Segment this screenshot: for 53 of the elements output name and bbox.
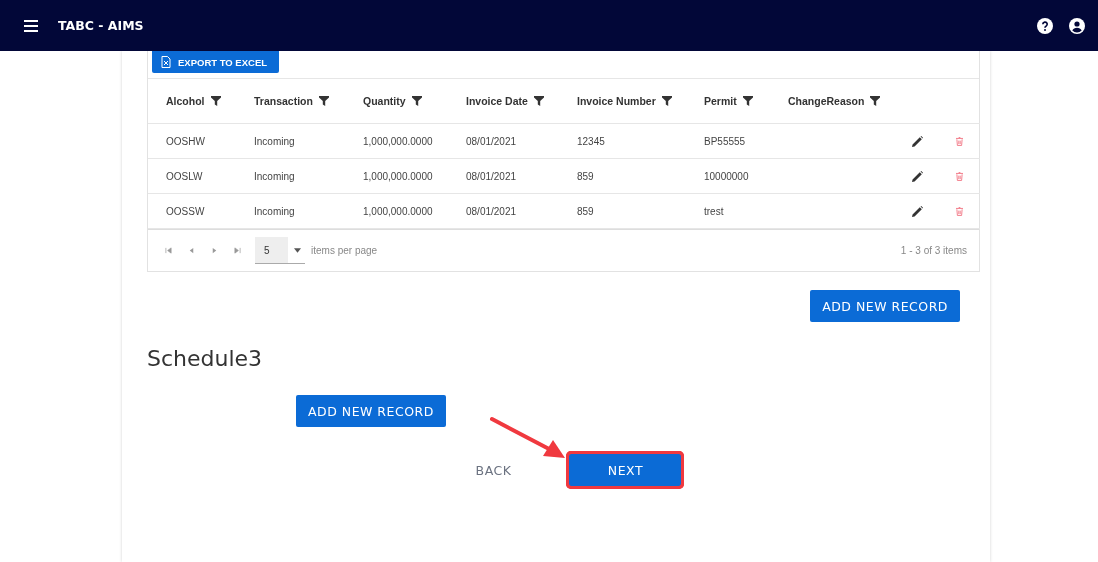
table-cell: 1,000,000.0000 bbox=[363, 170, 433, 182]
page-size-label: items per page bbox=[311, 245, 378, 256]
table-cell: 08/01/2021 bbox=[466, 205, 517, 217]
previous-page-icon[interactable] bbox=[188, 247, 195, 254]
last-page-icon[interactable] bbox=[234, 247, 241, 254]
table-cell: 859 bbox=[577, 205, 594, 217]
pencil-icon[interactable] bbox=[911, 135, 923, 147]
filter-icon[interactable] bbox=[210, 96, 221, 106]
back-button[interactable]: BACK bbox=[463, 454, 524, 486]
pencil-icon[interactable] bbox=[911, 170, 923, 182]
filter-icon[interactable] bbox=[742, 96, 753, 106]
pencil-icon[interactable] bbox=[911, 205, 923, 217]
account-icon[interactable] bbox=[1069, 17, 1085, 34]
table-cell: 08/01/2021 bbox=[466, 170, 517, 182]
column-header[interactable]: Transaction bbox=[254, 95, 313, 107]
filter-icon[interactable] bbox=[870, 96, 881, 106]
column-header[interactable]: Invoice Date bbox=[466, 95, 528, 107]
table-cell: Incoming bbox=[254, 205, 295, 217]
first-page-icon[interactable] bbox=[165, 247, 172, 254]
column-header[interactable]: Permit bbox=[704, 95, 737, 107]
filter-icon[interactable] bbox=[533, 96, 544, 106]
table-cell: 10000000 bbox=[704, 170, 749, 182]
filter-icon[interactable] bbox=[318, 96, 329, 106]
add-record-button[interactable]: ADD NEW RECORD bbox=[810, 290, 960, 322]
table-cell: OOSLW bbox=[166, 170, 203, 182]
table-cell: 1,000,000.0000 bbox=[363, 205, 433, 217]
next-page-icon[interactable] bbox=[211, 247, 218, 254]
table-cell: 1,000,000.0000 bbox=[363, 135, 433, 147]
export-button[interactable]: EXPORT TO EXCEL bbox=[152, 51, 280, 73]
table-cell: OOSHW bbox=[166, 135, 205, 147]
excel-file-icon bbox=[161, 56, 171, 68]
next-button[interactable]: NEXT bbox=[569, 454, 682, 486]
app-title: TABC - AIMS bbox=[58, 18, 144, 33]
column-header[interactable]: Quantity bbox=[363, 95, 406, 107]
menu-icon[interactable] bbox=[24, 19, 38, 32]
table-cell: trest bbox=[704, 205, 724, 217]
column-header[interactable]: ChangeReason bbox=[788, 95, 865, 107]
pager-info: 1 - 3 of 3 items bbox=[900, 245, 967, 256]
table-cell: 08/01/2021 bbox=[466, 135, 517, 147]
filter-icon[interactable] bbox=[661, 96, 672, 106]
filter-icon[interactable] bbox=[411, 96, 422, 106]
table-cell: 859 bbox=[577, 170, 594, 182]
column-header[interactable]: Invoice Number bbox=[577, 95, 656, 107]
add-record-button[interactable]: ADD NEW RECORD bbox=[296, 395, 446, 427]
table-cell: Incoming bbox=[254, 170, 295, 182]
caret-icon[interactable] bbox=[294, 247, 301, 253]
table-cell: 12345 bbox=[577, 135, 605, 147]
help-icon[interactable] bbox=[1037, 17, 1053, 34]
table-cell: OOSSW bbox=[166, 205, 205, 217]
table-cell: Incoming bbox=[254, 135, 295, 147]
section-title: Schedule3 bbox=[147, 346, 264, 371]
column-header[interactable]: Alcohol bbox=[166, 95, 205, 107]
table-cell: BP55555 bbox=[704, 135, 746, 147]
